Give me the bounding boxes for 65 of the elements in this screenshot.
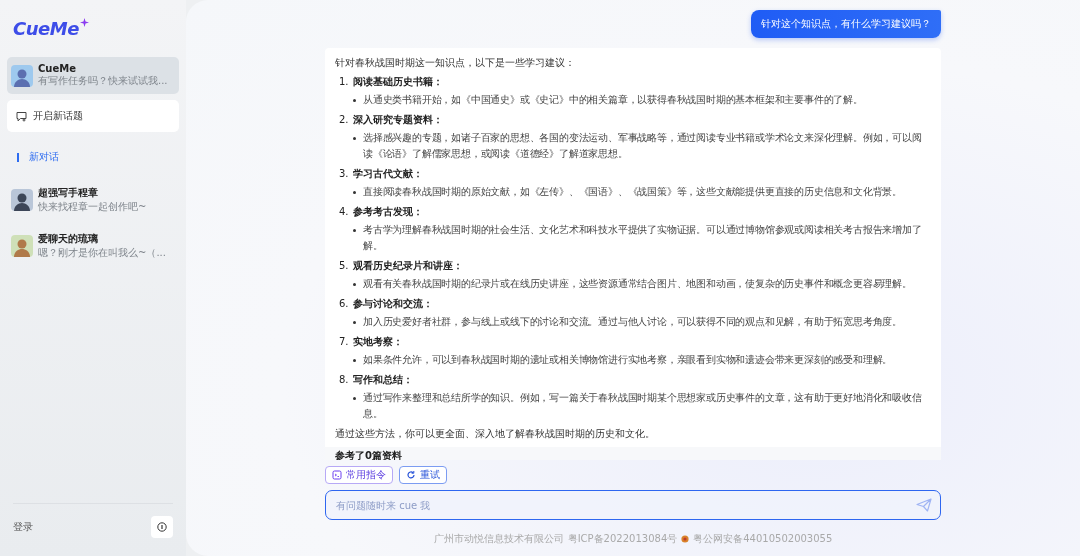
section-heading: 阅读基础历史书籍：: [352, 75, 443, 89]
quick-action-button[interactable]: 重试: [399, 466, 447, 484]
list-number: 2.: [339, 113, 349, 127]
new-chat-icon: [16, 110, 27, 122]
bot-preview: 有写作任务吗？快来试试我...: [38, 74, 168, 88]
list-number: 4.: [339, 205, 349, 219]
bullet-icon: [353, 359, 356, 362]
references-label: 参考了0篇资料: [335, 451, 403, 460]
section-label: 新对话: [29, 150, 59, 164]
company-name: 广州市动悦信息技术有限公司: [433, 532, 564, 546]
list-item-text: 通过写作来整理和总结所学的知识。例如，写一篇关于春秋战国时期某个思想家或历史事件的文章，这有助于更好地消化和吸收信息。: [363, 391, 923, 421]
list-number: 8.: [339, 373, 349, 387]
avatar: [11, 189, 33, 211]
bullet-icon: [353, 397, 356, 400]
answer-text: 针对春秋战国时期这一知识点，以下是一些学习建议：: [335, 56, 576, 70]
section-heading: 实地考察：: [352, 335, 403, 349]
bot-preview: 快来找程章一起创作吧~: [38, 200, 147, 214]
list-item-text: 直接阅读春秋战国时期的原始文献，如《左传》、《国语》、《战国策》等，这些文献能提供更直接的历史信息和文化背景。: [363, 185, 902, 199]
section-marker: [17, 152, 19, 162]
sparkle-icon: [79, 18, 89, 27]
avatar: [11, 235, 33, 257]
list-item-text: 如果条件允许，可以到春秋战国时期的遗址或相关博物馆进行实地考察，亲眼看到实物和遗迹会带来更深刻的感受和理解。: [363, 353, 893, 367]
bot-name: 爱聊天的琉璃: [38, 232, 99, 246]
section-heading: 深入研究专题资料：: [352, 113, 443, 127]
new-topic-button[interactable]: 开启新话题: [7, 100, 179, 132]
section-heading: 学习古代文献：: [352, 167, 423, 181]
bullet-icon: [353, 321, 356, 324]
info-button[interactable]: [151, 516, 173, 538]
bot-preview: 嗯？刚才是你在叫我么~（...: [38, 246, 166, 260]
send-icon: [916, 498, 932, 512]
logo: CueMe: [13, 18, 79, 39]
list-item-text: 观看有关春秋战国时期的纪录片或在线历史讲座，这些资源通常结合图片、地图和动画，使复杂的历史事件和概念更容易理解。: [363, 277, 912, 291]
section-heading: 写作和总结：: [352, 373, 413, 387]
bullet-icon: [353, 191, 356, 194]
bullet-icon: [353, 283, 356, 286]
list-item-text: 从通史类书籍开始，如《中国通史》或《史记》中的相关篇章，以获得春秋战国时期的基本框架和主要事件的了解。: [363, 93, 863, 107]
bullet-icon: [353, 99, 356, 102]
bot-item[interactable]: 爱聊天的琉璃 嗯？刚才是你在叫我么~（...: [7, 226, 179, 266]
bot-name: CueMe: [38, 63, 77, 74]
list-number: 5.: [339, 259, 349, 273]
refresh-icon: [406, 470, 416, 480]
command-icon: [332, 470, 342, 480]
user-message: 针对这个知识点，有什么学习建议吗？: [751, 10, 941, 38]
avatar: [11, 64, 33, 87]
bot-name: 超强写手程章: [38, 186, 99, 200]
login-link[interactable]: 登录: [13, 520, 33, 534]
list-number: 1.: [339, 75, 349, 89]
bullet-icon: [353, 229, 356, 232]
info-icon: [157, 522, 167, 532]
section-heading: 观看历史纪录片和讲座：: [352, 259, 463, 273]
list-item-text: 选择感兴趣的专题，如诸子百家的思想、各国的变法运动、军事战略等，通过阅读专业书籍或学术论文来深化理解。例如，可以阅读《论语》了解儒家思想，或阅读《道德经》了解道家思想。: [363, 131, 923, 161]
list-item-text: 考古学为理解春秋战国时期的社会生活、文化艺术和科技水平提供了实物证据。可以通过博物馆参观或阅读相关考古报告来增加了解。: [363, 223, 923, 253]
list-number: 3.: [339, 167, 349, 181]
bot-item[interactable]: CueMe 有写作任务吗？快来试试我...: [7, 57, 179, 94]
list-item-text: 加入历史爱好者社群，参与线上或线下的讨论和交流。通过与他人讨论，可以获得不同的观点和见解，有助于拓宽思考角度。: [363, 315, 902, 329]
list-number: 7.: [339, 335, 349, 349]
section-heading: 参与讨论和交流：: [352, 297, 433, 311]
list-number: 6.: [339, 297, 349, 311]
quick-action-button[interactable]: 常用指令: [325, 466, 393, 484]
police-badge-icon: [681, 535, 690, 543]
message-input[interactable]: 有问题随时来 cue 我: [325, 490, 941, 520]
bullet-icon: [353, 137, 356, 140]
answer-text: 通过这些方法，你可以更全面、深入地了解春秋战国时期的历史和文化。: [335, 427, 656, 441]
section-heading: 参考考古发现：: [352, 205, 423, 219]
bot-item[interactable]: 超强写手程章 快来找程章一起创作吧~: [7, 180, 179, 220]
